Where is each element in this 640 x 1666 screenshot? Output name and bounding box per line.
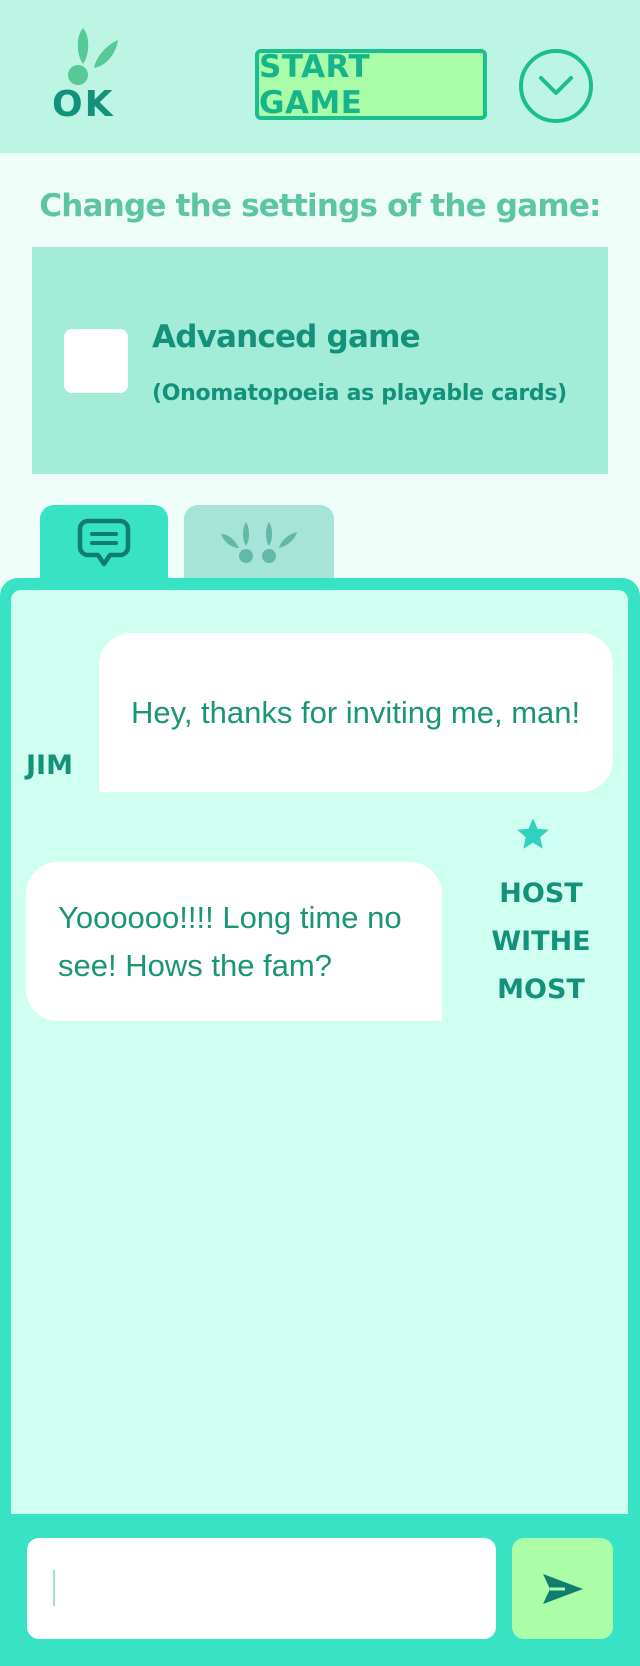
advanced-game-checkbox[interactable] — [64, 329, 128, 393]
message-sender-host: HOST WITHE MOST — [491, 878, 591, 1005]
message-bubble: Yoooooo!!!! Long time no see! Hows the f… — [26, 862, 442, 1021]
send-button[interactable] — [512, 1538, 613, 1639]
top-bar: OK START GAME — [0, 0, 640, 153]
advanced-game-label: Advanced game (Onomatopoeia as playable … — [152, 311, 572, 421]
tab-chat[interactable] — [40, 505, 168, 581]
send-arrow-icon — [542, 1573, 583, 1604]
text-caret — [53, 1570, 55, 1606]
start-game-button[interactable]: START GAME — [255, 49, 487, 121]
message-sender: JIM — [26, 750, 73, 781]
settings-heading: Change the settings of the game: — [39, 188, 601, 224]
tab-players[interactable] — [184, 505, 334, 581]
message-bubble: Hey, thanks for inviting me, man! — [99, 633, 613, 792]
chat-messages: Hey, thanks for inviting me, man! JIM Yo… — [11, 590, 628, 1514]
bunny-ears-icon — [221, 522, 297, 563]
advanced-game-sublabel: (Onomatopoeia as playable cards) — [152, 381, 567, 406]
star-icon — [517, 818, 549, 849]
chat-bubble-icon — [77, 518, 131, 567]
logo-text: OK — [52, 84, 115, 125]
message-input[interactable] — [27, 1538, 496, 1639]
chat-panel: Hey, thanks for inviting me, man! JIM Yo… — [0, 578, 640, 1666]
chevron-down-icon — [539, 76, 573, 95]
bunny-ears-icon — [68, 28, 118, 85]
logo[interactable]: OK — [50, 26, 130, 130]
advanced-game-title: Advanced game — [152, 319, 421, 355]
settings-panel: Advanced game (Onomatopoeia as playable … — [32, 247, 608, 474]
menu-toggle-button[interactable] — [519, 49, 593, 123]
